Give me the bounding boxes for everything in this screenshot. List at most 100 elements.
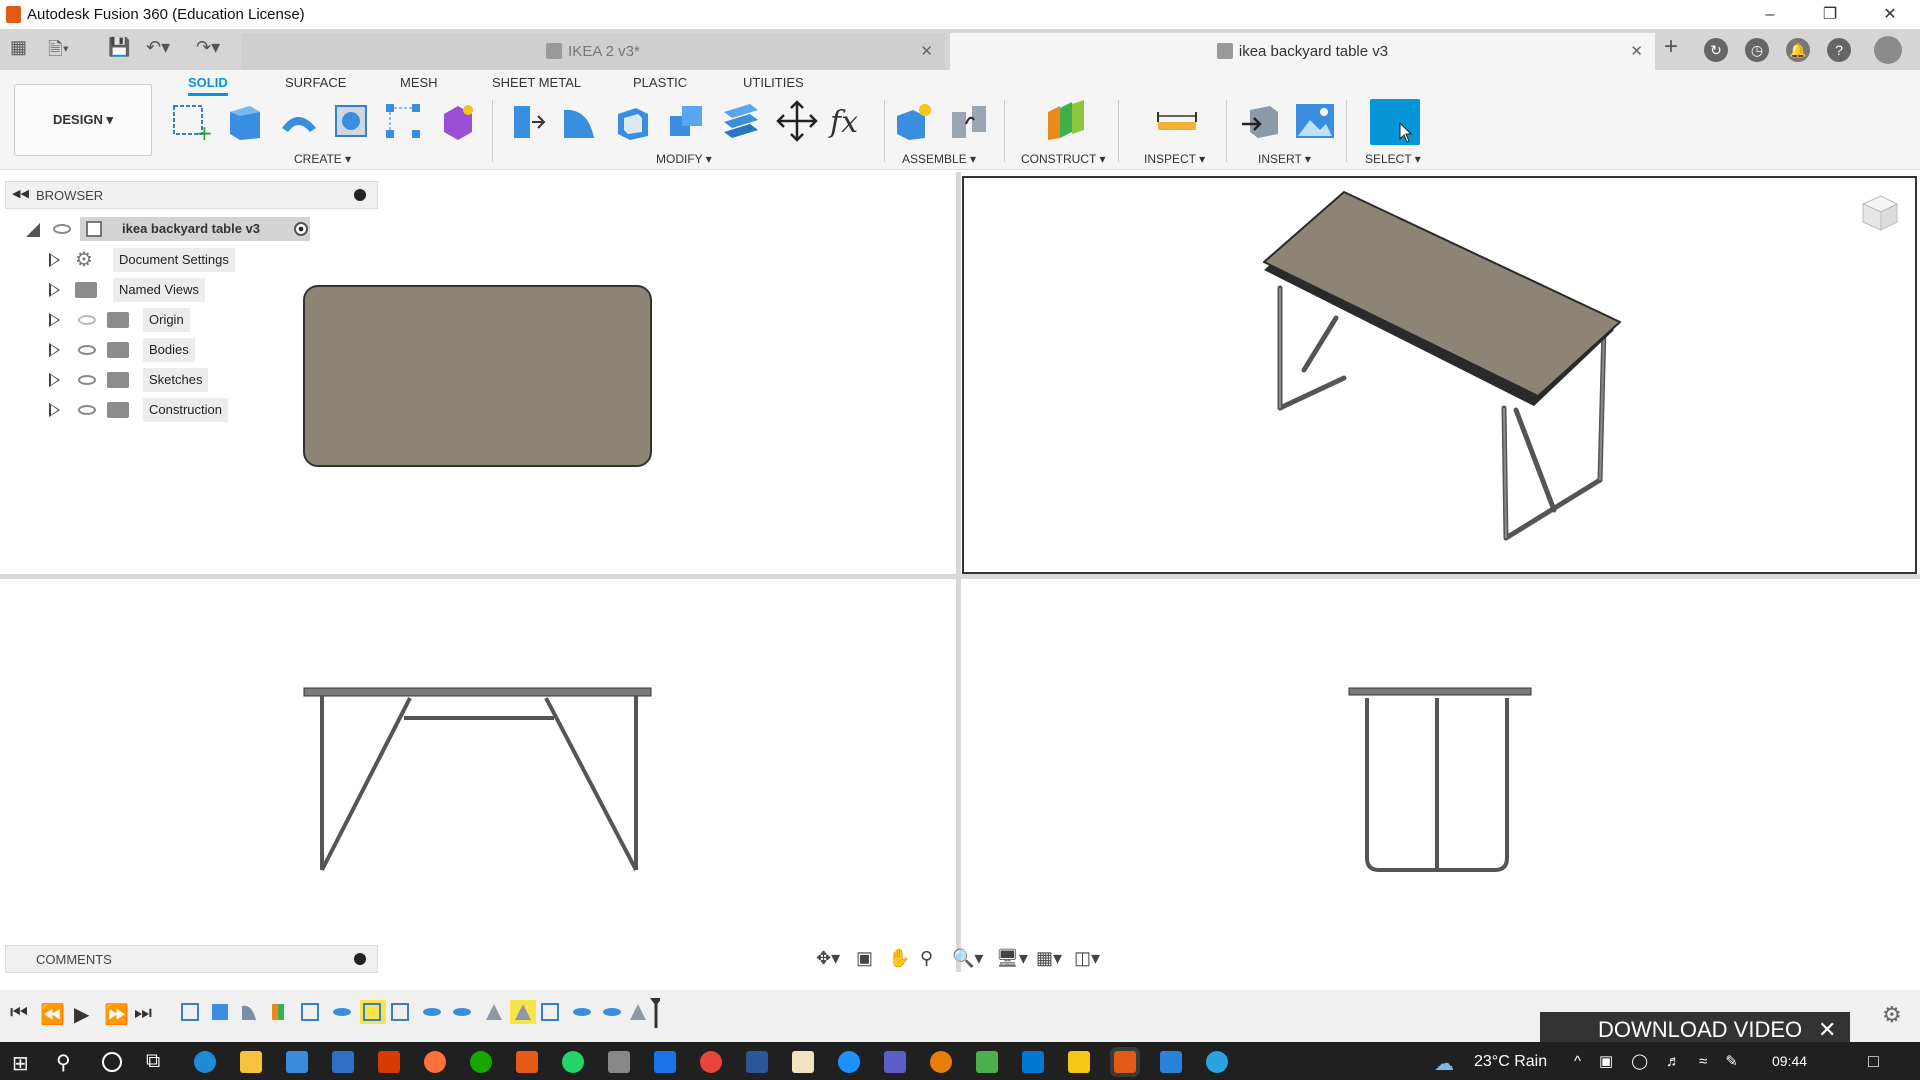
viewport-home-view[interactable] bbox=[962, 176, 1917, 574]
store-icon[interactable] bbox=[286, 1051, 308, 1073]
measure-icon[interactable] bbox=[1156, 100, 1198, 142]
pan-icon[interactable]: ✋ bbox=[888, 948, 910, 969]
expand-icon[interactable] bbox=[49, 373, 60, 387]
visibility-eye-icon[interactable] bbox=[78, 345, 96, 355]
move-copy-icon[interactable] bbox=[776, 100, 818, 142]
tab-ikea-backyard-table[interactable]: ikea backyard table v3 ✕ bbox=[950, 33, 1655, 70]
create-sketch-icon[interactable]: + bbox=[170, 100, 213, 145]
text-app-icon[interactable] bbox=[792, 1051, 814, 1073]
new-tab-icon[interactable]: + bbox=[1664, 33, 1678, 61]
joint-icon[interactable] bbox=[948, 100, 990, 142]
fillet-icon[interactable] bbox=[558, 100, 600, 142]
green-app-icon[interactable] bbox=[976, 1051, 998, 1073]
viewport-top-view[interactable] bbox=[300, 282, 655, 467]
browser-item-sketches[interactable]: Sketches bbox=[45, 368, 245, 392]
browser-item-document-settings[interactable]: ⚙ Document Settings bbox=[45, 248, 245, 272]
fusion-taskbar-icon[interactable] bbox=[516, 1051, 538, 1073]
activate-radio-icon[interactable] bbox=[294, 222, 308, 236]
edge-icon[interactable] bbox=[194, 1051, 216, 1073]
undo-icon[interactable]: ↶▾ bbox=[146, 37, 170, 58]
tab-utilities[interactable]: UTILITIES bbox=[743, 75, 804, 90]
viewport-front-view[interactable] bbox=[300, 682, 655, 877]
press-pull-icon[interactable] bbox=[504, 100, 546, 142]
file-explorer-icon[interactable] bbox=[240, 1051, 262, 1073]
expand-icon[interactable] bbox=[49, 283, 60, 297]
create-menu[interactable]: CREATE ▾ bbox=[294, 152, 351, 166]
timeline-back-icon[interactable]: ⏪ bbox=[40, 1002, 65, 1027]
modify-menu[interactable]: MODIFY ▾ bbox=[656, 152, 712, 166]
parameters-fx-icon[interactable]: fx bbox=[828, 100, 870, 142]
grid-settings-icon[interactable]: ▦▾ bbox=[1036, 948, 1062, 969]
browser-item-origin[interactable]: Origin bbox=[45, 308, 245, 332]
viewport-right-view[interactable] bbox=[1345, 682, 1535, 877]
close-tab-icon[interactable]: ✕ bbox=[1630, 33, 1643, 70]
collapse-root-icon[interactable] bbox=[26, 223, 40, 237]
notification-center-icon[interactable]: □ bbox=[1868, 1051, 1879, 1072]
workspace-switcher[interactable]: DESIGN ▾ bbox=[14, 84, 152, 156]
wb-app-icon[interactable] bbox=[608, 1051, 630, 1073]
viewcube[interactable] bbox=[1859, 190, 1901, 232]
browser-panel-header[interactable]: ◀◀ BROWSER bbox=[5, 181, 378, 209]
viewports-layout-icon[interactable]: ◫▾ bbox=[1074, 948, 1100, 969]
pattern-icon[interactable] bbox=[382, 100, 424, 142]
offset-plane-icon[interactable] bbox=[1044, 100, 1086, 142]
close-window-button[interactable]: ✕ bbox=[1865, 0, 1915, 29]
offset-face-icon[interactable] bbox=[720, 100, 762, 142]
browser-item-construction[interactable]: Construction bbox=[45, 398, 245, 422]
new-component-icon[interactable] bbox=[893, 100, 935, 142]
clock[interactable]: 09:44 bbox=[1772, 1053, 1807, 1069]
teams-icon[interactable] bbox=[884, 1051, 906, 1073]
create-form-icon[interactable] bbox=[436, 100, 478, 142]
comments-panel[interactable]: COMMENTS bbox=[5, 945, 378, 973]
start-icon[interactable]: ⊞ bbox=[12, 1051, 29, 1076]
zoom-icon[interactable]: ⚲ bbox=[920, 948, 933, 969]
cortana-icon[interactable] bbox=[102, 1052, 122, 1072]
insert-canvas-icon[interactable] bbox=[1294, 100, 1336, 142]
tab-solid[interactable]: SOLID bbox=[188, 75, 228, 96]
add-comment-icon[interactable] bbox=[354, 953, 366, 965]
visibility-eye-icon[interactable] bbox=[78, 405, 96, 415]
shell-icon[interactable] bbox=[612, 100, 654, 142]
browser-minimize-icon[interactable] bbox=[354, 189, 366, 201]
select-icon[interactable] bbox=[1370, 99, 1420, 145]
construct-menu[interactable]: CONSTRUCT ▾ bbox=[1021, 152, 1105, 166]
close-tab-icon[interactable]: ✕ bbox=[920, 33, 933, 70]
word-icon[interactable] bbox=[746, 1051, 768, 1073]
vscode-icon[interactable] bbox=[1022, 1051, 1044, 1073]
help-icon[interactable]: ? bbox=[1827, 38, 1851, 62]
assemble-menu[interactable]: ASSEMBLE ▾ bbox=[902, 152, 976, 166]
insert-menu[interactable]: INSERT ▾ bbox=[1258, 152, 1311, 166]
tab-mesh[interactable]: MESH bbox=[400, 75, 438, 90]
fit-icon[interactable]: 🔍▾ bbox=[952, 948, 983, 969]
redo-icon[interactable]: ↷▾ bbox=[196, 37, 220, 58]
apps-grid-icon[interactable]: ▦ bbox=[10, 37, 27, 58]
collapse-browser-icon[interactable]: ◀◀ bbox=[12, 187, 29, 200]
recorder-icon[interactable] bbox=[1068, 1051, 1090, 1073]
timeline-play-icon[interactable]: ▶ bbox=[74, 1002, 89, 1027]
visibility-eye-icon[interactable] bbox=[53, 224, 71, 234]
hidden-eye-icon[interactable] bbox=[78, 315, 96, 325]
weather-text[interactable]: 23°C Rain bbox=[1474, 1053, 1547, 1071]
tab-sheet-metal[interactable]: SHEET METAL bbox=[492, 75, 581, 90]
notifications-icon[interactable]: 🔔 bbox=[1786, 38, 1810, 62]
inspect-menu[interactable]: INSPECT ▾ bbox=[1144, 152, 1205, 166]
tray-icons[interactable]: ^▣◯♬≈✎ bbox=[1574, 1052, 1756, 1070]
hole-icon[interactable] bbox=[330, 100, 372, 142]
weather-icon[interactable]: ☁ bbox=[1434, 1051, 1454, 1076]
office-icon[interactable] bbox=[378, 1051, 400, 1073]
timeline-end-icon[interactable]: ⏭ bbox=[134, 1002, 152, 1025]
tab-ikea-2[interactable]: IKEA 2 v3* ✕ bbox=[241, 33, 945, 70]
expand-icon[interactable] bbox=[49, 253, 60, 267]
telegram-icon[interactable] bbox=[1206, 1051, 1228, 1073]
select-menu[interactable]: SELECT ▾ bbox=[1365, 152, 1421, 166]
download-video-banner[interactable]: DOWNLOAD VIDEO ✕ bbox=[1540, 1012, 1850, 1042]
timeline-settings-icon[interactable]: ⚙ bbox=[1882, 1002, 1902, 1028]
firefox-icon[interactable] bbox=[424, 1051, 446, 1073]
whatsapp-icon[interactable] bbox=[562, 1051, 584, 1073]
expand-icon[interactable] bbox=[49, 343, 60, 357]
timeline-forward-icon[interactable]: ⏩ bbox=[104, 1002, 129, 1027]
upwork-icon[interactable] bbox=[470, 1051, 492, 1073]
browser-root-row[interactable]: ikea backyard table v3 bbox=[20, 217, 320, 241]
extensions-icon[interactable]: ↻ bbox=[1704, 38, 1728, 62]
minimize-button[interactable]: – bbox=[1745, 0, 1795, 29]
